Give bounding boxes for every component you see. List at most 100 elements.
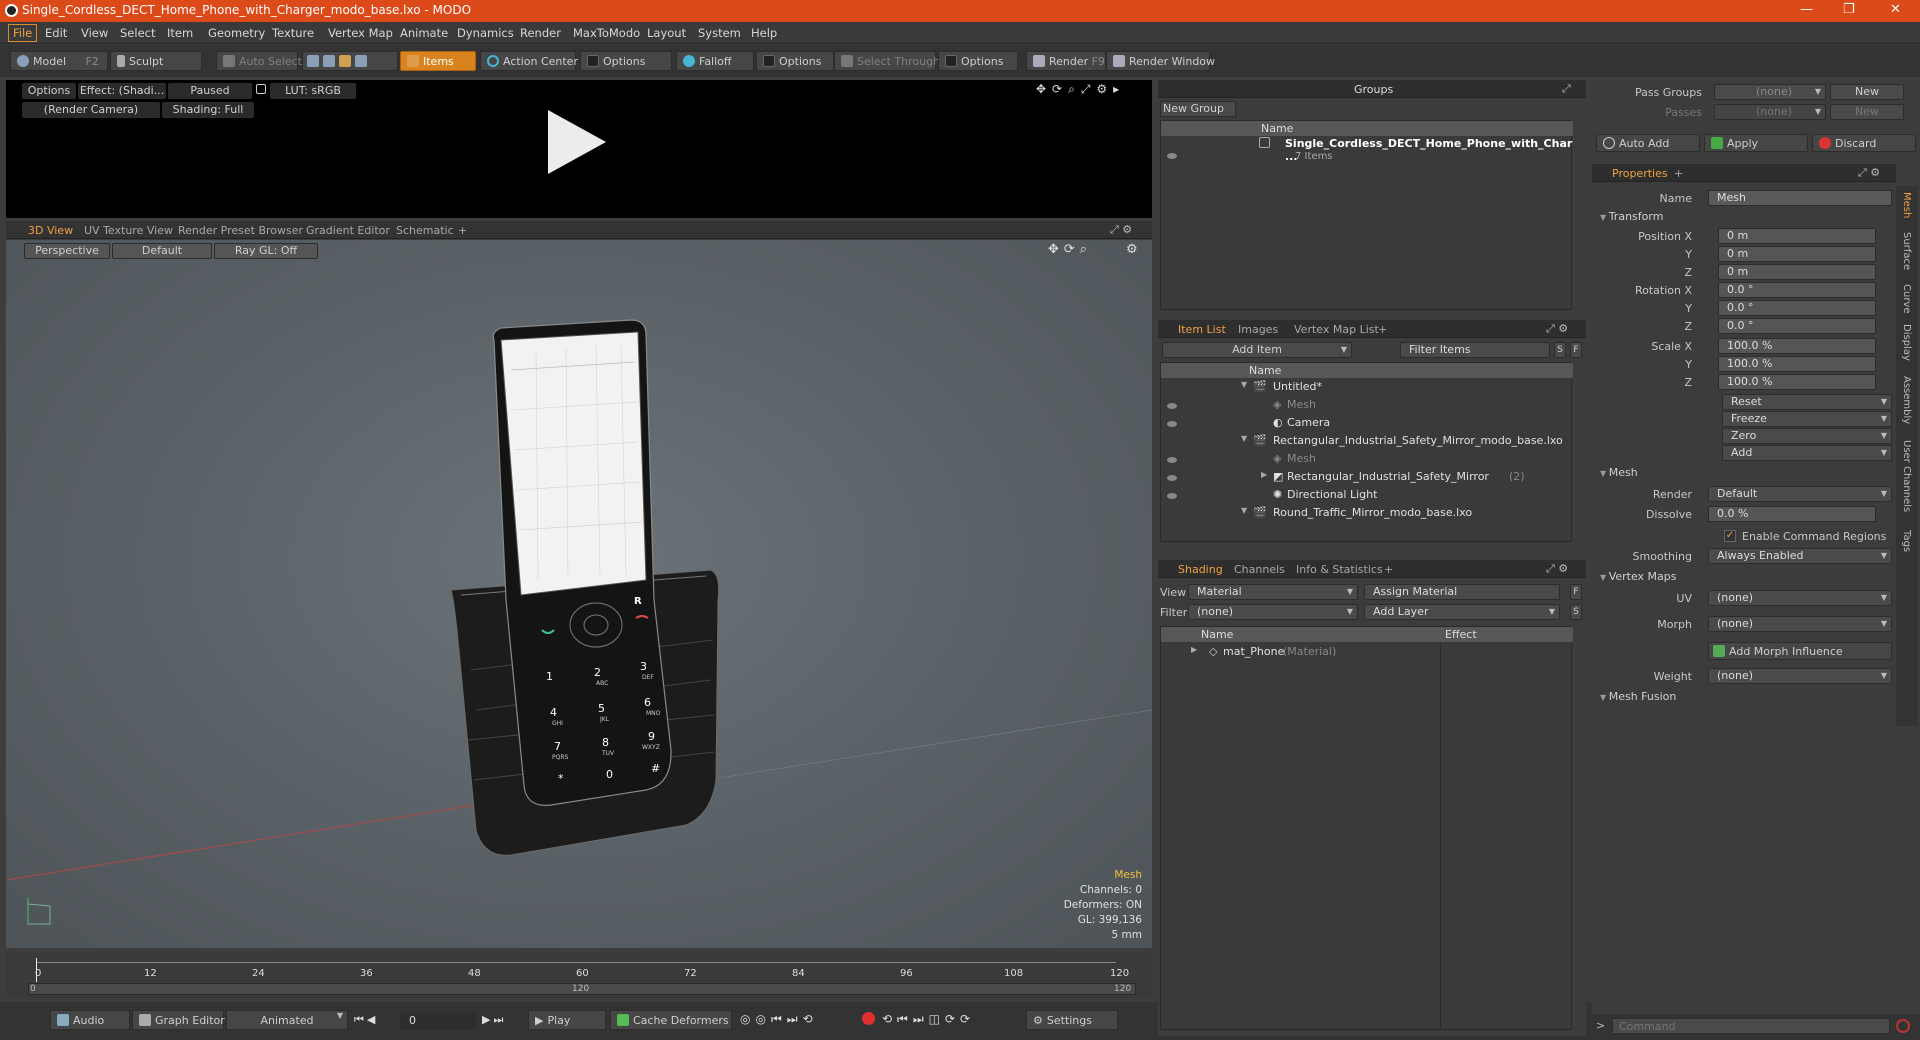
tab-images[interactable]: Images xyxy=(1238,323,1278,336)
viewport-expand-icon[interactable]: ⤢ ⚙ xyxy=(1110,223,1132,237)
side-tab-mesh[interactable]: Mesh xyxy=(1901,192,1912,218)
tab-properties[interactable]: Properties xyxy=(1612,167,1668,180)
zero-dropdown[interactable]: Zero xyxy=(1722,428,1892,444)
tab-3d-view[interactable]: 3D View xyxy=(28,224,73,237)
new-pass-button[interactable]: New xyxy=(1830,104,1904,120)
add-tab-button[interactable]: + xyxy=(1674,167,1683,180)
item-list-expand-icon[interactable]: ⤢ ⚙ xyxy=(1546,322,1568,336)
menu-edit[interactable]: Edit xyxy=(45,26,67,40)
shader-tree[interactable]: Name Effect ▶ ◇ mat_Phone (Material) xyxy=(1160,626,1573,1030)
filter-f-button[interactable]: F xyxy=(1570,342,1582,358)
preview-lut-dropdown[interactable]: LUT: sRGB xyxy=(270,83,356,99)
group-visibility-icon[interactable] xyxy=(1167,153,1177,159)
play-button[interactable]: ▶ Play xyxy=(528,1010,606,1030)
discard-button[interactable]: Discard xyxy=(1812,134,1916,152)
side-tab-user-channels[interactable]: User Channels xyxy=(1901,440,1912,512)
action-center-button[interactable]: Action Center xyxy=(480,51,578,71)
sculpt-mode-button[interactable]: Sculpt xyxy=(110,51,202,71)
assign-material-button[interactable]: Assign Material xyxy=(1364,584,1560,600)
add-tab-button[interactable]: + xyxy=(1384,563,1393,576)
key-tools-icons[interactable]: ◎◎⏮⏭⟲ xyxy=(740,1012,818,1027)
menu-dynamics[interactable]: Dynamics xyxy=(457,26,514,40)
falloff-options-button[interactable]: Options xyxy=(756,51,834,71)
add-morph-influence-button[interactable]: Add Morph Influence xyxy=(1708,642,1892,660)
3d-viewport[interactable]: Perspective Default Ray GL: Off ✥⟳⌕ ⚙ R … xyxy=(6,240,1152,948)
menu-maxtomodo[interactable]: MaxToModo xyxy=(573,26,640,40)
tab-render-preset-browser[interactable]: Render Preset Browser xyxy=(178,224,303,237)
menu-render[interactable]: Render xyxy=(520,26,561,40)
menu-item[interactable]: Item xyxy=(167,26,193,40)
menu-help[interactable]: Help xyxy=(751,26,777,40)
settings-button[interactable]: ⚙ Settings xyxy=(1026,1010,1118,1030)
audio-button[interactable]: Audio xyxy=(50,1010,130,1030)
vertex-maps-section[interactable]: Vertex Maps xyxy=(1600,570,1677,583)
morph-dropdown[interactable]: (none) xyxy=(1708,616,1892,632)
weight-dropdown[interactable]: (none) xyxy=(1708,668,1892,684)
preview-paused-button[interactable]: Paused xyxy=(168,83,252,99)
filter-dropdown[interactable]: (none) xyxy=(1188,604,1358,620)
freeze-dropdown[interactable]: Freeze xyxy=(1722,411,1892,427)
items-mode-button[interactable]: Items xyxy=(400,51,476,71)
render-button[interactable]: Render F9 xyxy=(1026,51,1106,71)
name-input[interactable]: Mesh xyxy=(1708,190,1892,206)
rotation-z-field[interactable]: 0.0 ° xyxy=(1718,318,1876,334)
smoothing-dropdown[interactable]: Always Enabled xyxy=(1708,548,1892,564)
groups-list[interactable]: Name Single_Cordless_DECT_Home_Phone_wit… xyxy=(1160,120,1573,310)
minimize-button[interactable]: — xyxy=(1800,2,1813,17)
menu-view[interactable]: View xyxy=(81,26,108,40)
dissolve-field[interactable]: 0.0 % xyxy=(1708,506,1876,522)
lock-icon[interactable] xyxy=(256,84,266,94)
mesh-fusion-section[interactable]: Mesh Fusion xyxy=(1600,690,1677,703)
select-through-button[interactable]: Select Through xyxy=(834,51,940,71)
menu-texture[interactable]: Texture xyxy=(272,26,314,40)
menu-geometry[interactable]: Geometry xyxy=(208,26,265,40)
position-x-field[interactable]: 0 m xyxy=(1718,228,1876,244)
preview-camera-dropdown[interactable]: (Render Camera) xyxy=(22,102,160,118)
preview-nav-icons[interactable]: ✥⟳⌕⤢⚙▸ xyxy=(1036,82,1125,97)
command-stop-icon[interactable] xyxy=(1896,1019,1910,1033)
transform-section[interactable]: Transform xyxy=(1600,210,1664,223)
vertices-mode-icon[interactable] xyxy=(307,55,319,67)
scale-z-field[interactable]: 100.0 % xyxy=(1718,374,1876,390)
visibility-eye-icon[interactable] xyxy=(1167,421,1177,427)
model-mode-button[interactable]: Model F2 xyxy=(10,51,108,71)
item-tree[interactable]: Name ▼ 🎬 Untitled* ◈ Mesh ◐ Camera ▼ 🎬 Rectang… xyxy=(1160,362,1573,542)
preview-shading-dropdown[interactable]: Shading: Full xyxy=(162,102,254,118)
shader-row-mat-phone[interactable]: ▶ ◇ mat_Phone (Material) xyxy=(1161,645,1441,660)
side-tab-curve[interactable]: Curve xyxy=(1901,284,1912,314)
scale-x-field[interactable]: 100.0 % xyxy=(1718,338,1876,354)
scale-y-field[interactable]: 100.0 % xyxy=(1718,356,1876,372)
add-item-dropdown[interactable]: Add Item xyxy=(1162,342,1352,358)
tab-schematic[interactable]: Schematic xyxy=(396,224,454,237)
transport-skip-forward-icons[interactable]: ▶⏭ xyxy=(482,1013,506,1027)
side-tab-display[interactable]: Display xyxy=(1901,324,1912,361)
preview-options-button[interactable]: Options xyxy=(22,83,76,99)
visibility-eye-icon[interactable] xyxy=(1167,403,1177,409)
add-tab-button[interactable]: + xyxy=(458,224,467,237)
current-frame-field[interactable]: 0 xyxy=(400,1013,476,1029)
side-tab-assembly[interactable]: Assembly xyxy=(1901,376,1912,424)
rotation-y-field[interactable]: 0.0 ° xyxy=(1718,300,1876,316)
timeline[interactable]: 0 12 24 36 48 60 72 84 96 108 120 0 120 … xyxy=(6,952,1152,998)
add-layer-dropdown[interactable]: Add Layer xyxy=(1364,604,1560,620)
visibility-eye-icon[interactable] xyxy=(1167,475,1177,481)
position-y-field[interactable]: 0 m xyxy=(1718,246,1876,262)
filter-s-button[interactable]: S xyxy=(1554,342,1566,358)
tab-channels[interactable]: Channels xyxy=(1234,563,1285,576)
tab-info-statistics[interactable]: Info & Statistics xyxy=(1296,563,1383,576)
enable-command-regions-checkbox[interactable]: ✓ xyxy=(1724,530,1736,542)
properties-expand-icon[interactable]: ⤢ ⚙ xyxy=(1858,166,1880,180)
pass-groups-dropdown[interactable]: (none) xyxy=(1714,84,1826,100)
select-through-options-button[interactable]: Options xyxy=(938,51,1018,71)
tab-gradient-editor[interactable]: Gradient Editor xyxy=(306,224,390,237)
new-pass-group-button[interactable]: New xyxy=(1830,84,1904,100)
shading-expand-icon[interactable]: ⤢ ⚙ xyxy=(1546,562,1568,576)
close-button[interactable]: ✕ xyxy=(1890,2,1901,17)
passes-dropdown[interactable]: (none) xyxy=(1714,104,1826,120)
preview-effect-dropdown[interactable]: Effect: (Shadi... xyxy=(78,83,166,99)
shading-f-button[interactable]: F xyxy=(1570,584,1582,600)
uv-dropdown[interactable]: (none) xyxy=(1708,590,1892,606)
visibility-eye-icon[interactable] xyxy=(1167,493,1177,499)
record-icon[interactable] xyxy=(862,1012,875,1025)
menu-file[interactable]: File xyxy=(8,24,38,42)
